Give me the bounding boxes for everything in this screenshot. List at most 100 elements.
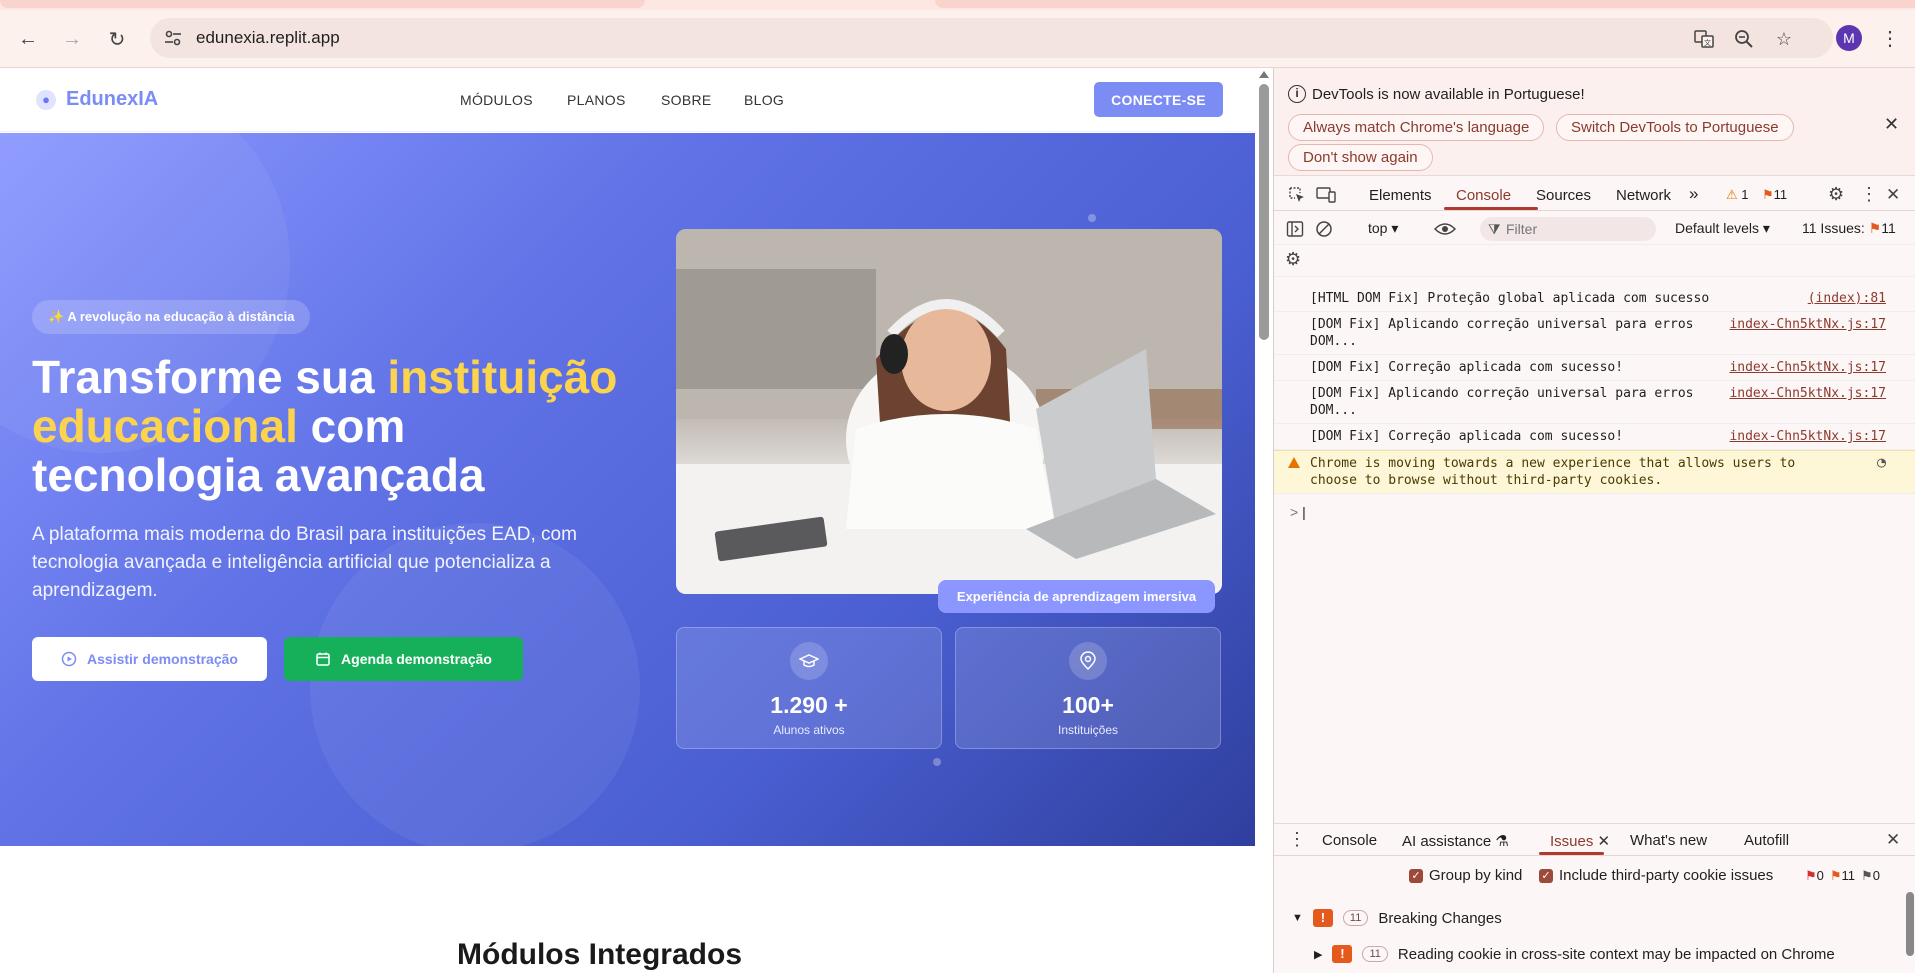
graduation-cap-icon (790, 642, 828, 680)
site-logo[interactable]: ● EdunexIA (36, 88, 158, 111)
clear-console-icon[interactable] (1315, 220, 1333, 238)
issues-count: 11 (1773, 187, 1788, 202)
nav-link-sobre[interactable]: SOBRE (661, 92, 712, 108)
collapse-arrow-icon: ▶ (1314, 948, 1323, 961)
reload-icon[interactable]: ↻ (103, 25, 131, 53)
warning-text: Chrome is moving towards a new experienc… (1310, 456, 1796, 488)
log-text: [HTML DOM Fix] Proteção global aplicada … (1310, 291, 1710, 306)
info-count: ⚑0 (1861, 868, 1880, 884)
issue-group-count: 11 (1342, 910, 1369, 926)
log-source-link[interactable]: index-Chn5ktNx.js:17 (1729, 316, 1886, 333)
student-with-laptop-illustration (676, 229, 1222, 594)
connect-button[interactable]: CONECTE-SE (1094, 82, 1223, 117)
warning-count: ⚑11 (1830, 868, 1855, 884)
error-count-value: 0 (1816, 868, 1824, 883)
stat-label: Instituições (1057, 723, 1119, 737)
console-warning-row: Chrome is moving towards a new experienc… (1274, 450, 1915, 494)
drawer-tab-autofill[interactable]: Autofill (1744, 832, 1789, 849)
log-source-link[interactable]: index-Chn5ktNx.js:17 (1729, 359, 1886, 376)
log-source-link[interactable]: index-Chn5ktNx.js:17 (1729, 385, 1886, 402)
tab-elements[interactable]: Elements (1369, 187, 1432, 204)
issues-summary[interactable]: 11 Issues: ⚑11 (1802, 220, 1896, 237)
nav-link-blog[interactable]: BLOG (744, 92, 784, 108)
scroll-thumb[interactable] (1259, 84, 1269, 340)
hero-section: ✨ A revolução na educação à distância Tr… (0, 133, 1255, 846)
page-scrollbar[interactable] (1255, 68, 1273, 973)
browser-menu-icon[interactable]: ⋮ (1880, 25, 1900, 53)
nav-link-planos[interactable]: PLANOS (567, 92, 626, 108)
url-text[interactable]: edunexia.replit.app (196, 28, 340, 48)
tab-left[interactable] (0, 0, 645, 8)
translate-icon[interactable]: 文 (1693, 28, 1715, 50)
tab-network[interactable]: Network (1616, 187, 1671, 204)
issue-counts: ⚑0 ⚑11 ⚑0 (1805, 868, 1880, 884)
hero-badge: ✨ A revolução na educação à distância (32, 300, 311, 334)
tab-console[interactable]: Console (1456, 187, 1511, 204)
issue-item[interactable]: ▶ ! 11 Reading cookie in cross-site cont… (1274, 938, 1915, 970)
issue-group-breaking-changes[interactable]: ▼ ! 11 Breaking Changes (1274, 902, 1915, 934)
console-filter-input[interactable]: ⧩ Filter (1480, 217, 1656, 241)
watch-demo-button[interactable]: Assistir demonstração (32, 637, 267, 681)
schedule-demo-label: Agenda demonstração (341, 651, 492, 667)
console-settings-gear-icon[interactable]: ⚙ (1285, 249, 1301, 270)
tab-sources[interactable]: Sources (1536, 187, 1591, 204)
log-source-link[interactable]: index-Chn5ktNx.js:17 (1729, 428, 1886, 445)
include-third-party-checkbox[interactable]: ✓ Include third-party cookie issues (1539, 867, 1773, 884)
console-log-row: [DOM Fix] Correção aplicada com sucesso!… (1274, 424, 1915, 450)
dont-show-again-button[interactable]: Don't show again (1288, 144, 1433, 171)
drawer-menu-icon[interactable]: ⋮ (1288, 829, 1306, 850)
profile-avatar[interactable]: M (1836, 25, 1862, 51)
devtools-menu-icon[interactable]: ⋮ (1860, 184, 1878, 205)
back-icon[interactable]: ← (14, 25, 42, 53)
log-levels-dropdown[interactable]: Default levels ▾ (1675, 220, 1770, 237)
settings-gear-icon[interactable]: ⚙ (1828, 184, 1844, 205)
issue-flag-icon: ⚑ (1868, 220, 1882, 236)
schedule-demo-button[interactable]: Agenda demonstração (284, 637, 523, 681)
console-prompt[interactable]: > | (1290, 504, 1306, 520)
drawer-tab-ai-assistance[interactable]: AI assistance ⚗ (1402, 832, 1509, 850)
group-by-kind-checkbox[interactable]: ✓ Group by kind (1409, 867, 1522, 884)
issue-flag-icon: ⚑ (1762, 187, 1774, 202)
match-language-button[interactable]: Always match Chrome's language (1288, 114, 1545, 141)
live-expression-eye-icon[interactable] (1434, 221, 1456, 237)
browser-toolbar: ← → ↻ edunexia.replit.app 文 ☆ M ⋮ (0, 10, 1915, 68)
tab-right[interactable] (935, 0, 1915, 8)
issues-counter[interactable]: ⚑11 (1762, 187, 1787, 203)
drawer-tab-issues[interactable]: Issues ✕ (1550, 832, 1610, 850)
drawer-tab-console[interactable]: Console (1322, 832, 1377, 849)
close-devtools-icon[interactable]: ✕ (1886, 185, 1900, 205)
console-settings-row: ⚙ (1274, 245, 1915, 277)
switch-portuguese-button[interactable]: Switch DevTools to Portuguese (1556, 114, 1794, 141)
close-drawer-icon[interactable]: ✕ (1886, 830, 1900, 850)
site-settings-icon[interactable] (164, 29, 182, 47)
cookie-icon[interactable]: ◔ (1877, 454, 1886, 471)
address-bar[interactable]: edunexia.replit.app 文 ☆ (150, 18, 1833, 58)
console-messages: [HTML DOM Fix] Proteção global aplicada … (1274, 286, 1915, 494)
issues-label: 11 Issues: (1802, 220, 1865, 236)
context-selector[interactable]: top ▾ (1368, 220, 1398, 237)
headline-text: tecnologia avançada (32, 449, 485, 501)
inspect-element-icon[interactable] (1288, 186, 1306, 204)
nav-link-modulos[interactable]: MÓDULOS (460, 92, 533, 108)
language-infobar: i DevTools is now available in Portugues… (1274, 68, 1915, 176)
warnings-counter[interactable]: ⚠ 1 (1726, 187, 1749, 203)
zoom-icon[interactable] (1733, 28, 1755, 50)
prompt-chevron: > (1290, 504, 1299, 520)
drawer-tab-whats-new[interactable]: What's new (1630, 832, 1707, 849)
console-toolbar: top ▾ ⧩ Filter Default levels ▾ 11 Issues… (1274, 213, 1915, 245)
bookmark-star-icon[interactable]: ☆ (1773, 28, 1795, 50)
warning-icon (1288, 457, 1300, 468)
hero-photo (676, 229, 1222, 594)
drawer-scroll-thumb[interactable] (1906, 892, 1914, 956)
ai-assistance-label: AI assistance (1402, 833, 1492, 850)
device-toolbar-icon[interactable] (1316, 186, 1336, 204)
close-tab-icon[interactable]: ✕ (1598, 833, 1611, 850)
more-tabs-icon[interactable]: » (1689, 184, 1698, 204)
log-source-link[interactable]: (index):81 (1808, 290, 1886, 307)
devtools-drawer: ⋮ Console AI assistance ⚗ Issues ✕ What'… (1274, 823, 1915, 973)
forward-icon[interactable]: → (58, 25, 86, 53)
hero-headline: Transforme sua instituição educacional c… (32, 353, 662, 500)
close-icon[interactable]: ✕ (1884, 114, 1899, 135)
scroll-up-icon[interactable] (1259, 71, 1269, 78)
sidebar-toggle-icon[interactable] (1286, 220, 1304, 238)
